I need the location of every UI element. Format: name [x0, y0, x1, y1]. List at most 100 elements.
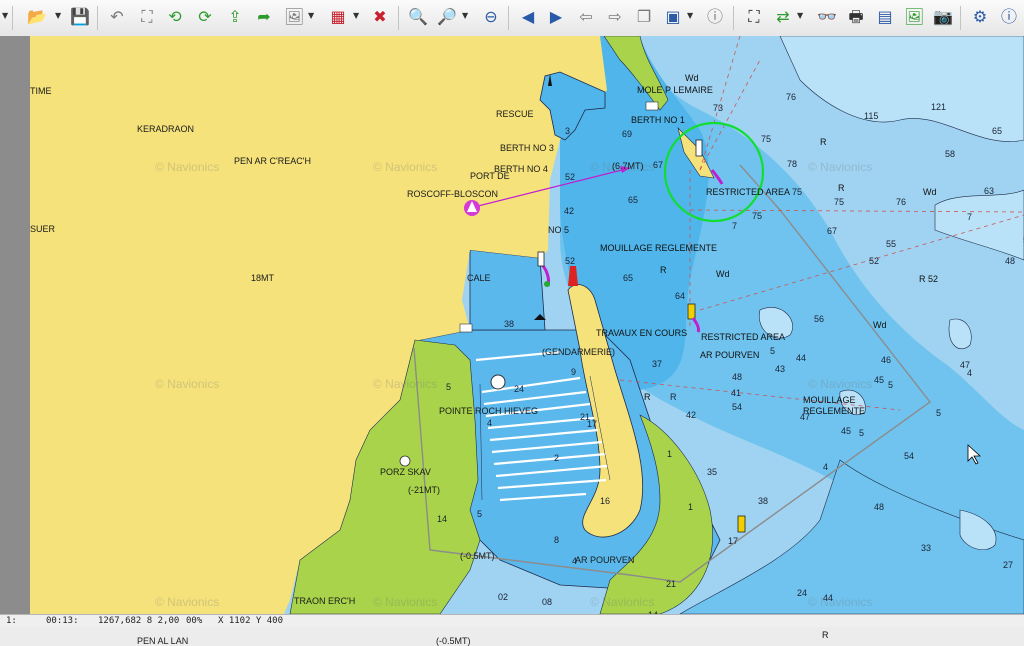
- watermark-text: © Navionics: [590, 160, 655, 174]
- depth-sounding: 4: [487, 418, 493, 428]
- binoculars-icon[interactable]: 👓: [817, 7, 837, 27]
- sea-label: MOUILLAGE: [803, 395, 856, 405]
- land-label: (-0.5MT): [436, 636, 471, 646]
- about-info-icon[interactable]: ⓘ: [999, 7, 1019, 27]
- zoom-in-icon[interactable]: 🔍: [408, 7, 428, 27]
- depth-sounding: 44: [796, 353, 807, 363]
- depth-sounding: 27: [1003, 560, 1014, 570]
- harbour-label: ROSCOFF-BLOSCON: [407, 189, 499, 199]
- chevron-down-icon[interactable]: ▼: [2, 11, 8, 20]
- toolbar-separator: [398, 6, 399, 30]
- undo-icon[interactable]: ↶: [107, 7, 127, 27]
- scanner-icon[interactable]: ▤: [875, 7, 895, 27]
- fit-screen-icon[interactable]: ⛶: [744, 7, 764, 27]
- watermark-text: © Navionics: [373, 595, 438, 609]
- previous-page-icon[interactable]: ⇦: [576, 7, 596, 27]
- toolbar-separator: [733, 6, 734, 30]
- depth-sounding: 41: [731, 388, 742, 398]
- sea-label: BERTH NO 1: [631, 115, 685, 125]
- depth-sounding: 47: [800, 412, 811, 422]
- arrow-left-icon[interactable]: ◀: [518, 7, 538, 27]
- watermark-text: © Navionics: [590, 595, 655, 609]
- print-icon[interactable]: 🖶: [846, 7, 866, 27]
- land-label: 18MT: [251, 273, 275, 283]
- sea-label: R: [822, 630, 829, 640]
- depth-sounding: 54: [904, 451, 915, 461]
- harbour-label: RESCUE: [496, 109, 534, 119]
- depth-sounding: 45: [841, 426, 852, 436]
- depth-sounding: 115: [864, 111, 879, 121]
- rotate-right-icon[interactable]: ⟳: [195, 7, 215, 27]
- watermark-text: © Navionics: [808, 160, 873, 174]
- convert-icon[interactable]: ⇄: [773, 7, 793, 27]
- status-field-2: 00:13:: [46, 616, 79, 626]
- beacon-icon: [687, 303, 696, 320]
- slideshow-icon[interactable]: ▣: [663, 7, 683, 27]
- depth-sounding: 56: [814, 314, 825, 324]
- land-label: SUER: [30, 224, 56, 234]
- chevron-down-icon[interactable]: ▼: [687, 11, 693, 20]
- crop-icon[interactable]: ⛶: [137, 7, 157, 27]
- light-tower-icon: [537, 251, 545, 267]
- settings-gear-icon[interactable]: ⚙: [970, 7, 990, 27]
- watermark-text: © Navionics: [808, 595, 873, 609]
- info-page-icon[interactable]: ⓘ: [705, 7, 725, 27]
- sea-label: MOUILLAGE REGLEMENTE: [600, 243, 718, 253]
- export-icon[interactable]: ➦: [254, 7, 274, 27]
- land-label: PEN AL LAN: [137, 636, 189, 646]
- delete-icon[interactable]: ✖: [370, 7, 390, 27]
- depth-sounding: 02: [498, 592, 509, 602]
- land-label: KERADRAON: [137, 124, 195, 134]
- upload-icon[interactable]: ⇪: [225, 7, 245, 27]
- arrow-right-icon[interactable]: ▶: [546, 7, 566, 27]
- color-palette-icon[interactable]: ▦: [328, 7, 348, 27]
- depth-sounding: 65: [628, 195, 639, 205]
- chevron-down-icon[interactable]: ▼: [55, 11, 61, 20]
- sea-label: R: [838, 183, 845, 193]
- save-icon[interactable]: 💾: [70, 7, 90, 27]
- depth-sounding: 42: [564, 206, 575, 216]
- depth-sounding: R: [670, 392, 677, 402]
- depth-sounding: 38: [758, 496, 769, 506]
- page-number-icon[interactable]: ❐: [634, 7, 654, 27]
- image-adjust-icon[interactable]: 🖼: [284, 7, 304, 27]
- zoom-actual-size-icon[interactable]: 🔎: [437, 7, 457, 27]
- signal-station-icon: [459, 323, 473, 333]
- green-light-icon: [544, 281, 550, 287]
- wallpaper-icon[interactable]: 🖼: [904, 7, 924, 27]
- depth-sounding: 7: [967, 212, 973, 222]
- depth-sounding: 17: [728, 536, 739, 546]
- chevron-down-icon[interactable]: ▼: [308, 11, 314, 20]
- depth-sounding: 4: [967, 368, 973, 378]
- harbour-label: PORT DE: [470, 171, 510, 181]
- chevron-down-icon[interactable]: ▼: [462, 11, 468, 20]
- land-label: (-21MT): [408, 485, 440, 495]
- depth-sounding: 24: [797, 588, 808, 598]
- depth-sounding: 5: [770, 346, 776, 356]
- next-page-icon[interactable]: ⇨: [605, 7, 625, 27]
- status-bar: 1: 00:13: 1267,682 8 2,00 00% X 1102 Y 4…: [0, 614, 1024, 627]
- nautical-chart-view[interactable]: TIME KERADRAON PEN AR C'REAC'H SUER 18MT POIN…: [30, 36, 1024, 646]
- watermark-text: © Navionics: [155, 595, 220, 609]
- watermark-text: © Navionics: [155, 160, 220, 174]
- chevron-down-icon[interactable]: ▼: [353, 11, 359, 20]
- zoom-out-icon[interactable]: ⊖: [481, 7, 501, 27]
- depth-sounding: 78: [787, 159, 798, 169]
- open-folder-icon[interactable]: 📂: [27, 7, 47, 27]
- depth-sounding: 5: [888, 380, 894, 390]
- depth-sounding: 38: [504, 319, 515, 329]
- depth-sounding: 5: [477, 509, 483, 519]
- harbour-label: BERTH NO 3: [500, 143, 554, 153]
- depth-sounding: 64: [675, 291, 686, 301]
- chevron-down-icon[interactable]: ▼: [797, 11, 803, 20]
- harbour-label: AR POURVEN: [575, 555, 635, 565]
- depth-sounding: 48: [874, 502, 885, 512]
- depth-sounding: 76: [786, 92, 797, 102]
- light-tower-icon: [695, 139, 703, 157]
- inner-basin: [469, 249, 546, 331]
- depth-sounding: 43: [775, 364, 786, 374]
- rotate-left-icon[interactable]: ⟲: [165, 7, 185, 27]
- camera-icon[interactable]: 📷: [933, 7, 953, 27]
- buoy-icon: [737, 515, 746, 533]
- depth-sounding: 52: [565, 172, 576, 182]
